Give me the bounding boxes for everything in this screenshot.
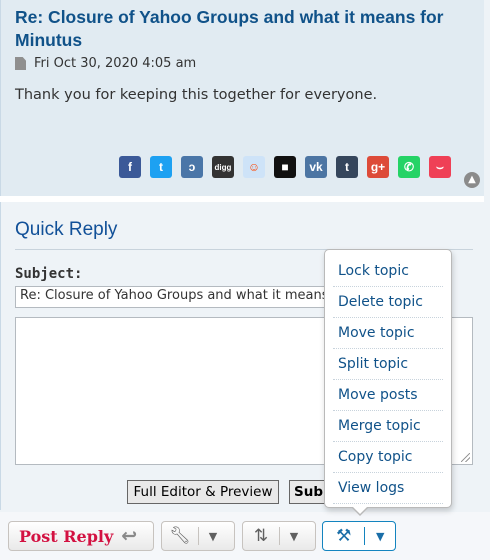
menu-item-split-topic[interactable]: Split topic: [333, 349, 443, 380]
full-editor-button[interactable]: Full Editor & Preview: [127, 480, 279, 504]
chevron-down-icon: ▼: [289, 529, 299, 543]
menu-item-move-posts[interactable]: Move posts: [333, 380, 443, 411]
whatsapp-icon[interactable]: ✆: [398, 156, 420, 178]
gavel-icon: ⚒: [336, 526, 352, 546]
action-bar: Post Reply ↩ 🔧︎ ▼ ⇅ ▼ ⚒ ▼: [0, 512, 490, 560]
pocket-icon[interactable]: ⌣: [429, 156, 451, 178]
post-date: Fri Oct 30, 2020 4:05 am: [34, 56, 197, 71]
wrench-icon: 🔧︎: [169, 526, 191, 546]
quick-reply-title: Quick Reply: [15, 219, 118, 240]
vk-icon[interactable]: vk: [305, 156, 327, 178]
twitter-icon[interactable]: t: [150, 156, 172, 178]
post-reply-button[interactable]: Post Reply ↩: [8, 521, 154, 551]
menu-item-delete-topic[interactable]: Delete topic: [333, 287, 443, 318]
share-bar: f t ɔ digg ☺ ■ vk t g+ ✆ ⌣: [119, 156, 451, 178]
menu-item-merge-topic[interactable]: Merge topic: [333, 411, 443, 442]
post-title[interactable]: Re: Closure of Yahoo Groups and what it …: [15, 6, 475, 52]
menu-item-move-topic[interactable]: Move topic: [333, 318, 443, 349]
chevron-down-icon: ▼: [375, 529, 385, 543]
digg-icon[interactable]: digg: [212, 156, 234, 178]
delicious-icon[interactable]: ■: [274, 156, 296, 178]
moderator-tools-button[interactable]: ⚒ ▼: [322, 521, 396, 551]
subject-label: Subject:: [15, 266, 83, 282]
facebook-icon[interactable]: f: [119, 156, 141, 178]
post-file-icon[interactable]: [15, 57, 26, 70]
menu-item-copy-topic[interactable]: Copy topic: [333, 442, 443, 473]
menu-item-lock-topic[interactable]: Lock topic: [333, 256, 443, 287]
google-plus-icon[interactable]: g+: [367, 156, 389, 178]
chevron-down-icon: ▼: [208, 529, 218, 543]
moderator-tools-menu: Lock topic Delete topic Move topic Split…: [324, 249, 452, 516]
post-meta: Fri Oct 30, 2020 4:05 am: [15, 56, 196, 71]
back-to-top-icon[interactable]: ▲: [464, 172, 480, 188]
menu-item-view-logs[interactable]: View logs: [333, 473, 443, 504]
reddit-icon[interactable]: ☺: [243, 156, 265, 178]
tumblr-like-icon[interactable]: ɔ: [181, 156, 203, 178]
post-block: Re: Closure of Yahoo Groups and what it …: [0, 0, 484, 196]
reply-arrow-icon: ↩: [121, 525, 138, 547]
resize-grip-icon[interactable]: [461, 453, 470, 462]
topic-tools-button[interactable]: 🔧︎ ▼: [161, 521, 235, 551]
post-body: Thank you for keeping this together for …: [15, 87, 378, 103]
post-reply-label: Post Reply: [19, 526, 114, 546]
sort-icon: ⇅: [253, 526, 269, 546]
subject-input[interactable]: Re: Closure of Yahoo Groups and what it …: [15, 286, 355, 308]
tumblr-icon[interactable]: t: [336, 156, 358, 178]
sort-button[interactable]: ⇅ ▼: [242, 521, 316, 551]
